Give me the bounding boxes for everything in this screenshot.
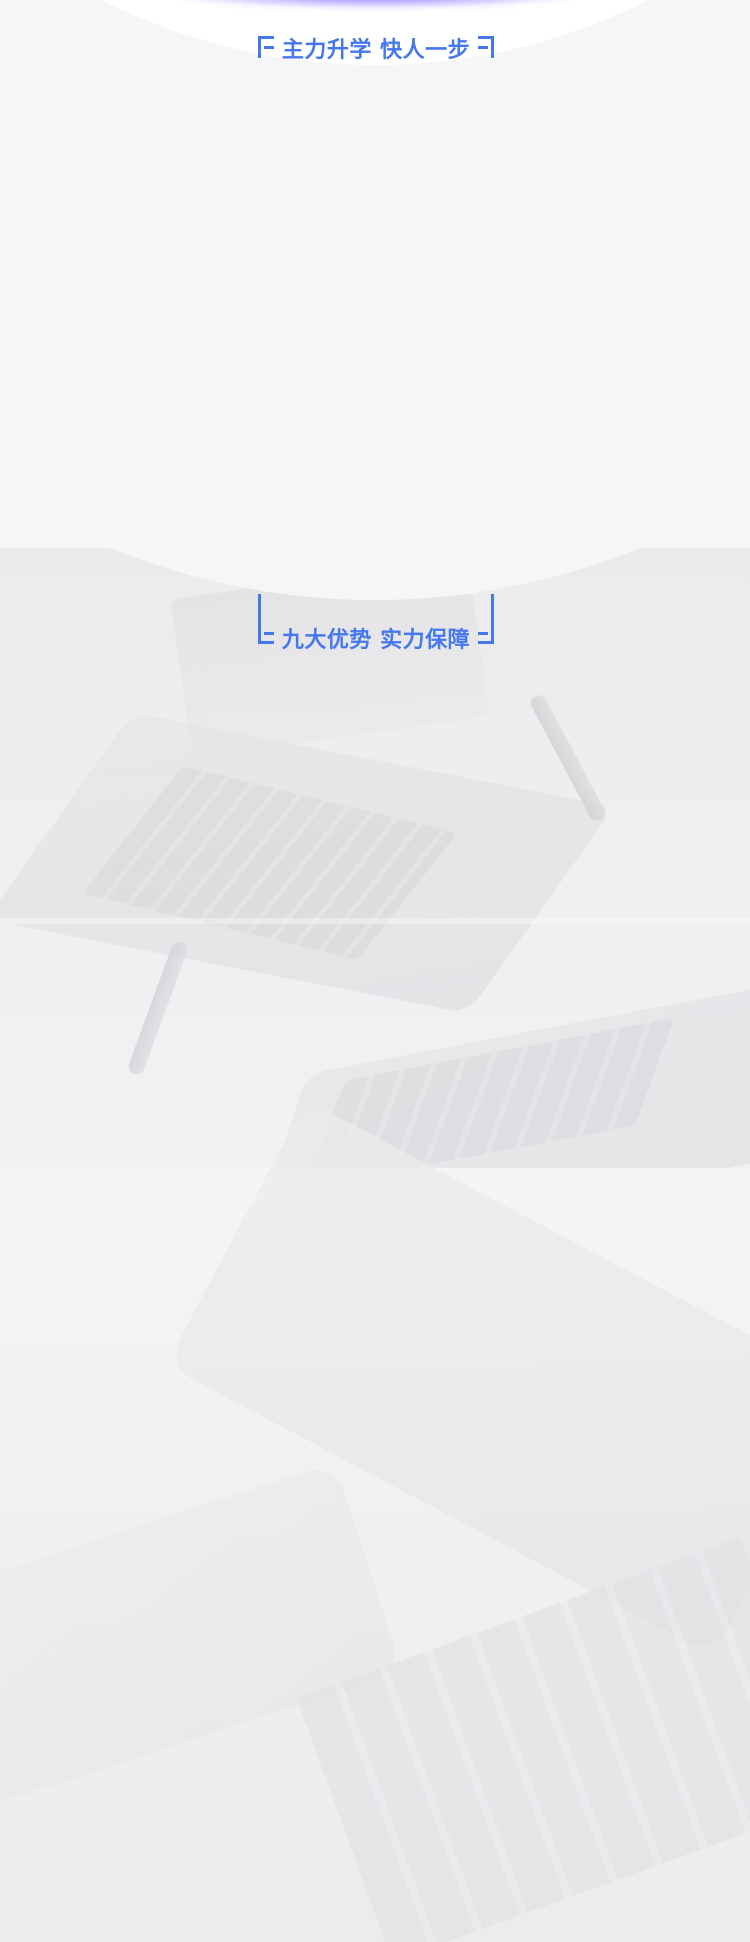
section-advance-background <box>0 0 750 600</box>
bracket-right-icon <box>476 36 494 62</box>
section-title-advance: 主力升学 快人一步 <box>258 32 494 64</box>
section-title-advantages: 九大优势 实力保障 <box>258 594 494 654</box>
bracket-right-icon <box>476 594 494 644</box>
bracket-left-icon <box>258 36 276 62</box>
section-curve <box>0 0 750 600</box>
light-band <box>0 918 750 924</box>
section-title-text: 九大优势 实力保障 <box>281 628 471 653</box>
page: 主力升学 快人一步 九大优势 实力保障 <box>0 0 750 1942</box>
bracket-left-icon <box>258 594 276 644</box>
pen-shape <box>126 939 190 1077</box>
section-title-text: 主力升学 快人一步 <box>281 38 471 63</box>
laptop-background-image <box>0 548 750 1942</box>
